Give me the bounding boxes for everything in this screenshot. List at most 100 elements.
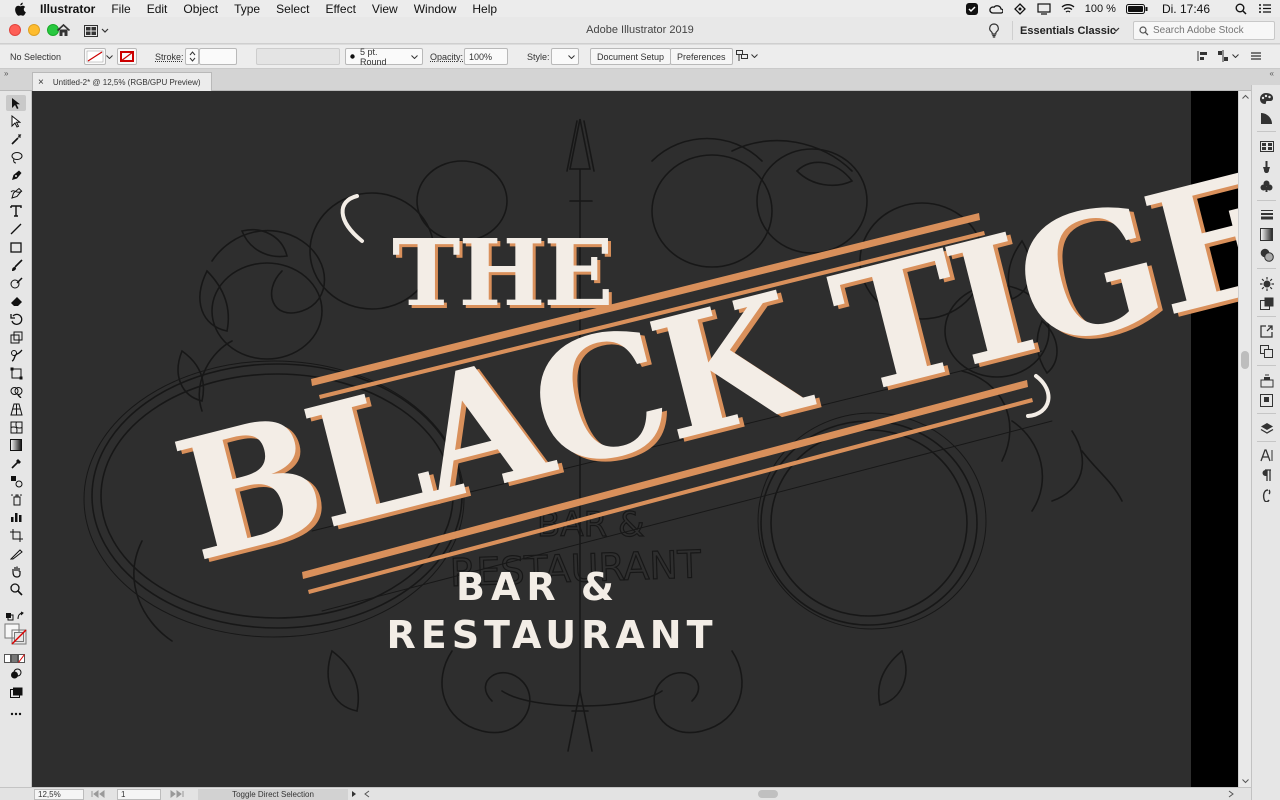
blend-tool-icon[interactable] bbox=[6, 473, 26, 489]
fill-stroke-indicator[interactable] bbox=[4, 623, 28, 645]
distribute-panel-button[interactable] bbox=[1217, 50, 1239, 62]
scale-tool-icon[interactable] bbox=[6, 329, 26, 345]
close-window-button[interactable] bbox=[9, 24, 21, 36]
warp-tool-icon[interactable] bbox=[6, 347, 26, 363]
line-segment-tool-icon[interactable] bbox=[6, 221, 26, 237]
menu-bar-clock[interactable]: Di. 17:46 bbox=[1162, 2, 1210, 16]
character-panel-icon[interactable] bbox=[1259, 448, 1274, 463]
graphic-styles-panel-icon[interactable] bbox=[1259, 296, 1274, 311]
stroke-weight-stepper[interactable] bbox=[185, 48, 199, 65]
notification-center-icon[interactable] bbox=[1258, 3, 1272, 15]
menu-app-name[interactable]: Illustrator bbox=[40, 2, 95, 16]
stroke-label[interactable]: Stroke: bbox=[155, 52, 184, 62]
first-artboard-icon[interactable] bbox=[91, 790, 109, 798]
sync-icon[interactable] bbox=[1013, 2, 1027, 15]
scroll-left-icon[interactable] bbox=[364, 790, 370, 798]
minimize-window-button[interactable] bbox=[28, 24, 40, 36]
menu-object[interactable]: Object bbox=[183, 2, 218, 16]
opacity-label[interactable]: Opacity: bbox=[430, 52, 463, 62]
collapse-panels-icon[interactable]: « bbox=[1270, 69, 1274, 78]
home-icon[interactable] bbox=[56, 23, 71, 38]
last-artboard-icon[interactable] bbox=[170, 790, 190, 798]
shaper-tool-icon[interactable] bbox=[6, 275, 26, 291]
opentype-panel-icon[interactable] bbox=[1259, 488, 1274, 503]
symbols-panel-icon[interactable] bbox=[1259, 179, 1274, 194]
artboards-panel-icon[interactable] bbox=[1259, 344, 1274, 359]
libraries-panel-icon[interactable] bbox=[1259, 373, 1274, 388]
document-setup-button[interactable]: Document Setup bbox=[590, 48, 672, 65]
gradient-panel-icon[interactable] bbox=[1259, 227, 1274, 242]
checkmark-badge-icon[interactable] bbox=[965, 2, 979, 15]
creative-cloud-icon[interactable] bbox=[989, 3, 1003, 15]
opacity-input[interactable]: 100% bbox=[464, 48, 508, 65]
wifi-icon[interactable] bbox=[1061, 3, 1075, 15]
pen-tool-icon[interactable] bbox=[6, 167, 26, 183]
brushes-panel-icon[interactable] bbox=[1259, 159, 1274, 174]
graphic-style-dropdown[interactable] bbox=[551, 48, 579, 65]
selection-tool-icon[interactable] bbox=[6, 95, 26, 111]
arrange-documents-button[interactable] bbox=[84, 24, 110, 37]
fill-dropdown[interactable] bbox=[104, 48, 115, 65]
edit-toolbar-icon[interactable] bbox=[6, 706, 26, 722]
rectangle-tool-icon[interactable] bbox=[6, 239, 26, 255]
document-canvas[interactable]: BAR & RESTAURANT THE THE BLACK TIGER BLA… bbox=[32, 91, 1238, 787]
menu-type[interactable]: Type bbox=[234, 2, 260, 16]
menu-window[interactable]: Window bbox=[414, 2, 457, 16]
close-tab-icon[interactable]: × bbox=[38, 77, 44, 88]
apple-menu-icon[interactable] bbox=[14, 2, 28, 16]
export-panel-icon[interactable] bbox=[1259, 324, 1274, 339]
horizontal-scroll-thumb[interactable] bbox=[758, 790, 778, 798]
status-info[interactable]: Toggle Direct Selection bbox=[198, 789, 348, 800]
hand-tool-icon[interactable] bbox=[6, 563, 26, 579]
preferences-button[interactable]: Preferences bbox=[670, 48, 733, 65]
adobe-stock-search[interactable] bbox=[1133, 21, 1275, 40]
menu-view[interactable]: View bbox=[372, 2, 398, 16]
fill-swatch[interactable] bbox=[84, 48, 106, 65]
eraser-tool-icon[interactable] bbox=[6, 293, 26, 309]
symbol-sprayer-tool-icon[interactable] bbox=[6, 491, 26, 507]
drawing-mode-icon[interactable] bbox=[6, 666, 26, 682]
display-sharing-icon[interactable] bbox=[1037, 2, 1051, 15]
color-mode-buttons[interactable] bbox=[4, 650, 26, 666]
collapse-toolbar-icon[interactable]: » bbox=[4, 69, 8, 78]
zoom-level-field[interactable]: 12,5% bbox=[34, 789, 84, 800]
artboard-tool-icon[interactable] bbox=[6, 527, 26, 543]
swap-fill-stroke-icon[interactable] bbox=[4, 608, 26, 624]
color-panel-icon[interactable] bbox=[1259, 91, 1274, 106]
magic-wand-tool-icon[interactable] bbox=[6, 131, 26, 147]
appearance-panel-icon[interactable] bbox=[1259, 276, 1274, 291]
transparency-panel-icon[interactable] bbox=[1259, 247, 1274, 262]
asset-export-panel-icon[interactable] bbox=[1259, 393, 1274, 408]
status-menu-chevron-icon[interactable] bbox=[351, 790, 357, 798]
column-graph-tool-icon[interactable] bbox=[6, 509, 26, 525]
stroke-weight-input[interactable] bbox=[199, 48, 237, 65]
free-transform-tool-icon[interactable] bbox=[6, 365, 26, 381]
lasso-tool-icon[interactable] bbox=[6, 149, 26, 165]
gradient-tool-icon[interactable] bbox=[6, 437, 26, 453]
document-tab[interactable]: × Untitled-2* @ 12,5% (RGB/GPU Preview) bbox=[32, 72, 212, 91]
paragraph-panel-icon[interactable] bbox=[1259, 468, 1274, 483]
workspace-switcher[interactable]: Essentials Classic bbox=[1012, 21, 1126, 40]
paintbrush-tool-icon[interactable] bbox=[6, 257, 26, 273]
swatches-panel-icon[interactable] bbox=[1259, 139, 1274, 154]
layers-panel-icon[interactable] bbox=[1259, 421, 1274, 436]
control-bar-menu-icon[interactable] bbox=[1250, 50, 1262, 64]
vertical-scrollbar[interactable] bbox=[1238, 91, 1251, 787]
eyedropper-tool-icon[interactable] bbox=[6, 455, 26, 471]
color-guide-panel-icon[interactable] bbox=[1259, 111, 1274, 126]
stroke-swatch[interactable] bbox=[117, 48, 137, 65]
lightbulb-icon[interactable] bbox=[988, 23, 1000, 38]
menu-select[interactable]: Select bbox=[276, 2, 309, 16]
align-panel-button[interactable] bbox=[1197, 50, 1209, 62]
menu-help[interactable]: Help bbox=[472, 2, 497, 16]
slice-tool-icon[interactable] bbox=[6, 545, 26, 561]
rotate-tool-icon[interactable] bbox=[6, 311, 26, 327]
menu-effect[interactable]: Effect bbox=[325, 2, 355, 16]
arrange-documents-flyout[interactable] bbox=[736, 50, 758, 62]
menu-file[interactable]: File bbox=[111, 2, 130, 16]
zoom-tool-icon[interactable] bbox=[6, 581, 26, 597]
direct-selection-tool-icon[interactable] bbox=[6, 113, 26, 129]
brush-definition-dropdown[interactable]: 5 pt. Round bbox=[345, 47, 423, 67]
type-tool-icon[interactable] bbox=[6, 203, 26, 219]
vertical-scroll-thumb[interactable] bbox=[1241, 351, 1249, 369]
